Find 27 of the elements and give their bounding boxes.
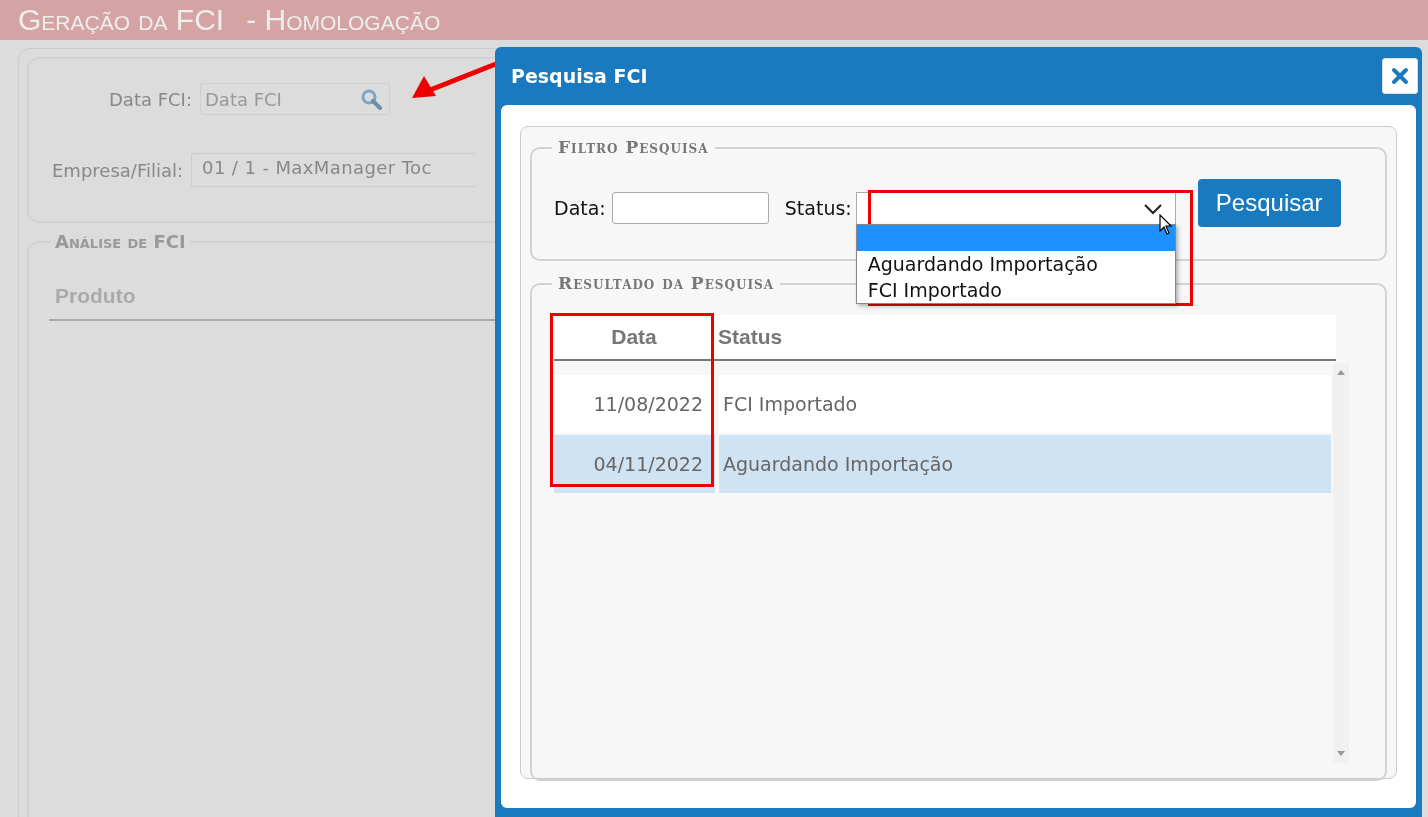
status-select[interactable] [855,192,1176,224]
dialog-title: Pesquisa FCI [511,65,648,87]
table-row[interactable]: 11/08/2022 FCI Importado [554,375,1332,433]
status-label: Status: [784,197,852,219]
dropdown-option[interactable]: Aguardando Importação [856,251,1175,277]
table-cell: 04/11/2022 [554,435,719,493]
chevron-icon [1142,202,1163,215]
dropdown-option[interactable]: FCI Importado [856,277,1175,303]
search-icon[interactable] [360,88,384,110]
scrollbar[interactable] [1333,363,1349,763]
table-row[interactable]: 04/11/2022 Aguardando Importação [554,435,1332,493]
company-label: Empresa/Filial: [52,159,184,181]
page-title: Geração da FCI [18,3,225,37]
date-label: Data: [554,197,606,219]
close-button[interactable] [1382,58,1418,94]
table-cell-text: Aguardando Importação [722,453,954,475]
column-header: Data [610,325,658,349]
date-label: Data FCI: [109,88,192,110]
environment-label: - Homologação [246,3,441,37]
scroll-down-icon[interactable] [1337,751,1346,757]
table-cell-text: FCI Importado [722,393,858,415]
scroll-up-icon[interactable] [1337,369,1346,375]
column-header: Status [717,325,783,349]
search-button[interactable]: Pesquisar [1197,179,1341,227]
close-icon [1391,67,1409,85]
date-input[interactable] [611,192,769,224]
date-field[interactable]: Data FCI [200,83,390,115]
